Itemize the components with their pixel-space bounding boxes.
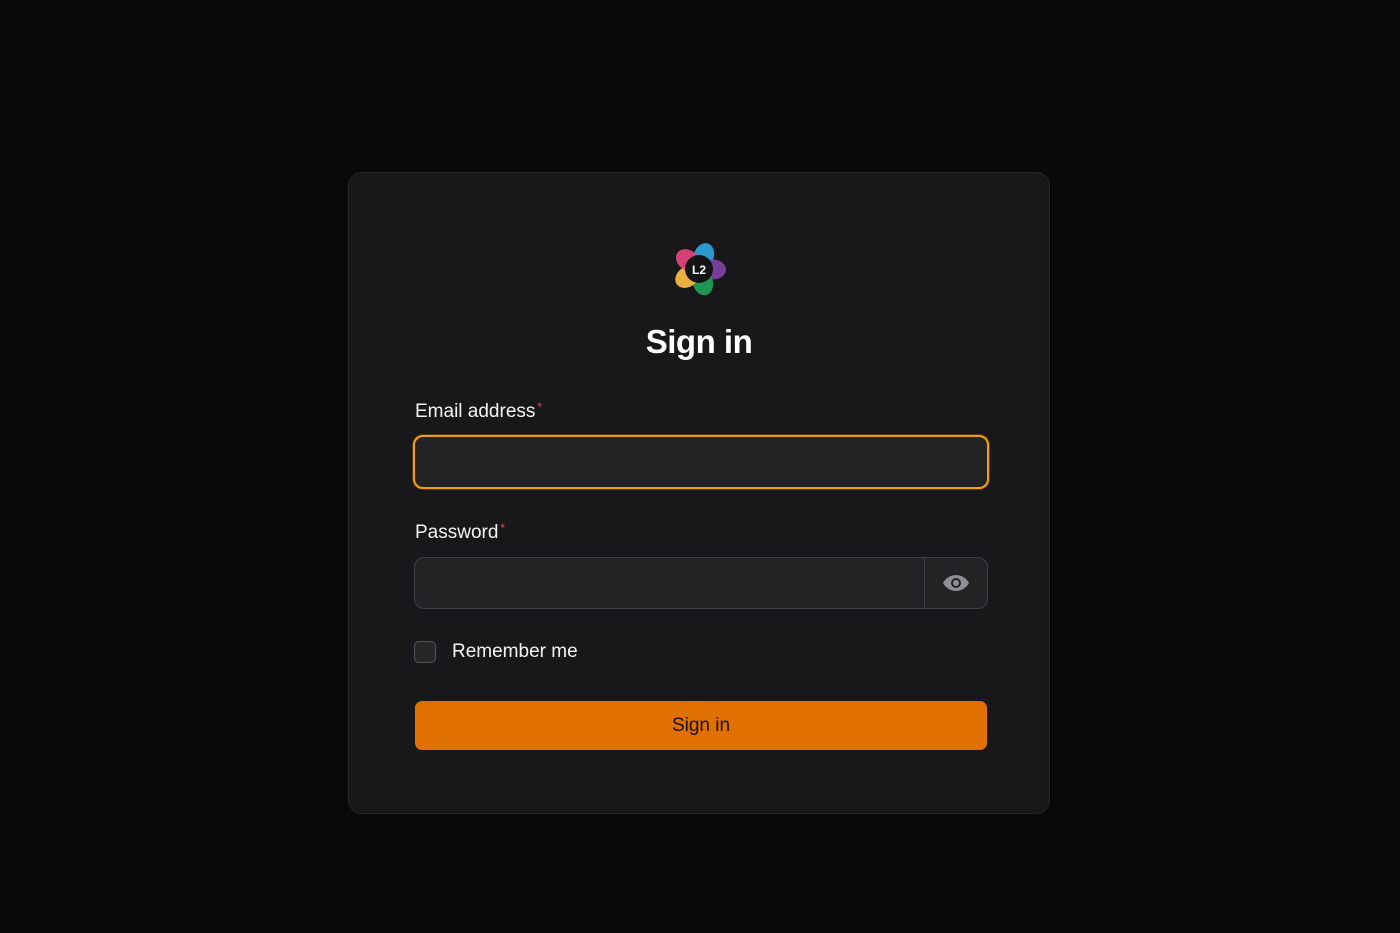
sign-in-button[interactable]: Sign in: [415, 701, 987, 750]
password-required-mark: *: [500, 521, 506, 535]
password-label: Password *: [415, 522, 505, 544]
password-label-text: Password: [415, 522, 499, 543]
email-required-mark: *: [537, 400, 543, 414]
remember-me-checkbox[interactable]: [414, 641, 436, 663]
email-label: Email address *: [415, 401, 542, 423]
email-field-wrapper: [413, 435, 989, 489]
sign-in-card: L2 Sign in Email address * Password * Re…: [348, 172, 1050, 814]
logo-text: L2: [692, 263, 706, 277]
app-logo: L2: [671, 241, 727, 297]
email-field[interactable]: [415, 437, 987, 487]
password-field[interactable]: [415, 558, 924, 608]
email-label-text: Email address: [415, 401, 536, 422]
toggle-password-visibility-button[interactable]: [924, 558, 987, 608]
page-title: Sign in: [645, 323, 753, 360]
l2-flower-logo-icon: L2: [675, 243, 726, 296]
remember-me-label[interactable]: Remember me: [452, 641, 578, 663]
eye-icon: [943, 575, 969, 591]
remember-me-row: Remember me: [414, 641, 578, 663]
password-field-wrapper: [414, 557, 988, 609]
